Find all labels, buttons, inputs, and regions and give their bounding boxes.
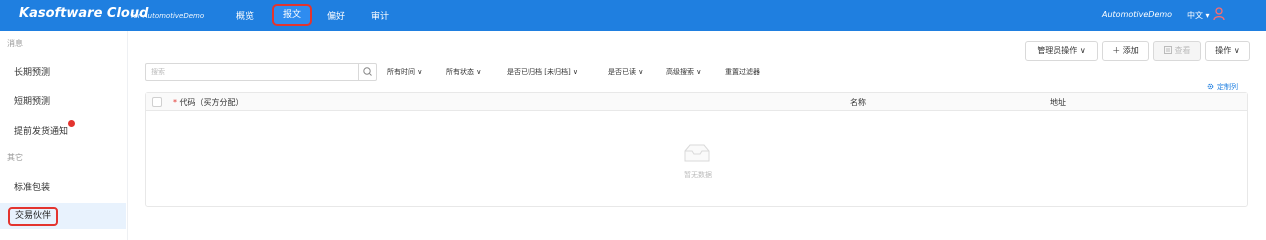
search-icon — [363, 67, 372, 76]
view-icon — [1163, 46, 1172, 54]
top-bar: Kasoftware Cloud for AutomotiveDemo 概览 报… — [0, 0, 1266, 31]
sidebar-item-trading-partner-label: 交易伙伴 — [14, 211, 51, 221]
brand-logo[interactable]: Kasoftware Cloud — [19, 6, 148, 21]
user-icon[interactable] — [1213, 7, 1225, 21]
nav-overview[interactable]: 概览 — [236, 9, 254, 22]
sidebar-item-standard-pack[interactable]: 标准包装 — [14, 180, 50, 193]
data-table: * 代码（买方分配） 名称 地址 暂无数据 — [145, 92, 1248, 207]
archived-filter[interactable]: 是否已归档 [未归档] ∨ — [507, 67, 578, 77]
sidebar-item-asn[interactable]: 提前发货通知 — [14, 124, 68, 137]
search-button[interactable] — [358, 64, 376, 80]
select-all-checkbox[interactable] — [152, 97, 162, 107]
account-name[interactable]: AutomotiveDemo — [1102, 10, 1172, 19]
sidebar-group-messages: 消息 — [7, 39, 23, 48]
language-select[interactable]: 中文 ▾ — [1187, 10, 1210, 21]
empty-state-text: 暂无数据 — [684, 171, 712, 179]
customize-columns-label: 定制列 — [1217, 83, 1238, 91]
add-button[interactable]: ＋ 添加 — [1102, 41, 1149, 61]
nav-messages-label: 报文 — [282, 10, 301, 20]
view-button-label: 查看 — [1174, 46, 1191, 55]
status-filter[interactable]: 所有状态 ∨ — [446, 67, 481, 77]
brand-subtitle: for AutomotiveDemo — [131, 12, 205, 20]
nav-messages[interactable]: 报文 — [272, 4, 312, 26]
column-address[interactable]: 地址 — [1050, 97, 1066, 108]
nav-preferences[interactable]: 偏好 — [327, 9, 345, 22]
notification-badge — [68, 120, 75, 127]
read-filter[interactable]: 是否已读 ∨ — [608, 67, 643, 77]
column-name[interactable]: 名称 — [850, 97, 866, 108]
advanced-search[interactable]: 高级搜索 ∨ — [666, 67, 701, 77]
admin-actions-button[interactable]: 管理员操作 ∨ — [1025, 41, 1098, 61]
nav-audit[interactable]: 审计 — [371, 9, 389, 22]
operations-button[interactable]: 操作 ∨ — [1205, 41, 1250, 61]
search-input[interactable] — [146, 64, 356, 80]
time-filter[interactable]: 所有时间 ∨ — [387, 67, 422, 77]
empty-inbox-icon — [684, 144, 710, 162]
gear-icon — [1207, 83, 1214, 90]
sidebar-group-other: 其它 — [7, 153, 23, 162]
view-button[interactable]: 查看 — [1153, 41, 1201, 61]
table-header: * 代码（买方分配） 名称 地址 — [146, 93, 1247, 111]
sidebar: 消息 长期预测 短期预测 提前发货通知 其它 标准包装 交易伙伴 — [0, 31, 128, 240]
sidebar-item-short-forecast[interactable]: 短期预测 — [14, 94, 50, 107]
search-box[interactable] — [145, 63, 377, 81]
sidebar-item-trading-partner[interactable]: 交易伙伴 — [8, 207, 58, 226]
column-code[interactable]: * 代码（买方分配） — [173, 97, 244, 108]
sidebar-item-long-forecast[interactable]: 长期预测 — [14, 65, 50, 78]
column-code-label: 代码（买方分配） — [179, 98, 244, 107]
reset-filters[interactable]: 重置过滤器 — [725, 67, 760, 77]
customize-columns-link[interactable]: 定制列 — [1207, 82, 1238, 92]
